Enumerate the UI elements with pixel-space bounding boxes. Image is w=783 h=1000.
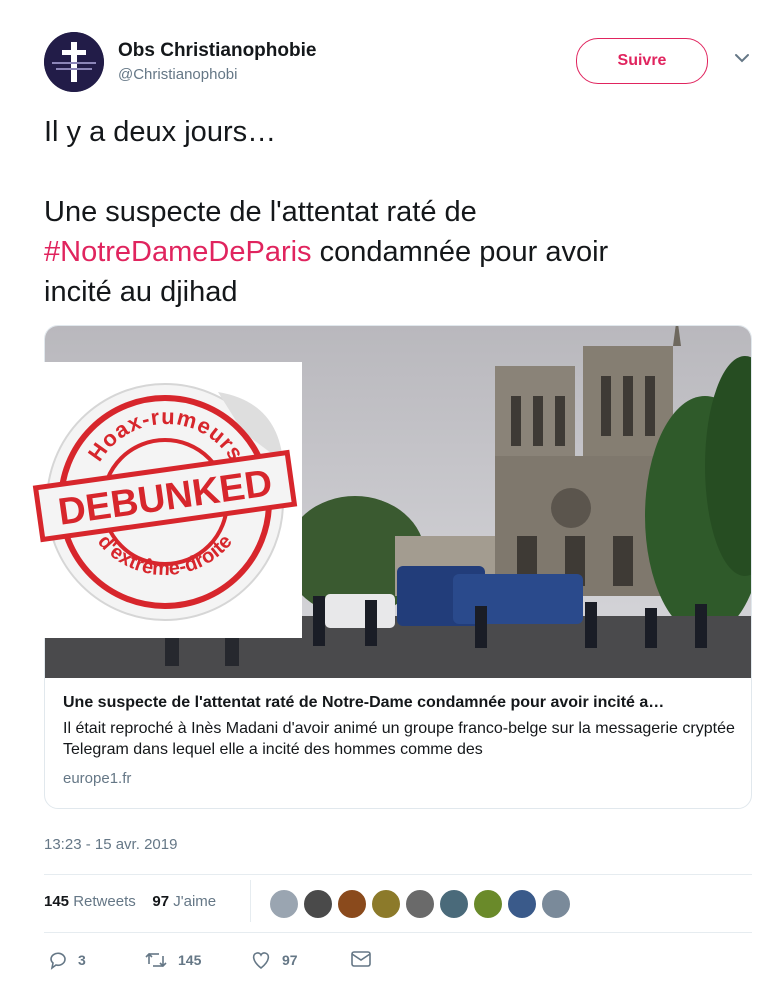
follow-button[interactable]: Suivre	[576, 38, 708, 84]
account-handle[interactable]: @Christianophobi	[118, 66, 237, 83]
avatar[interactable]	[404, 888, 436, 920]
retweet-button[interactable]: 145	[144, 950, 201, 970]
card-title: Une suspecte de l'attentat raté de Notre…	[63, 694, 665, 711]
tweet-line-4: incité au djihad	[44, 276, 238, 308]
likes-label[interactable]: J'aime	[173, 893, 216, 910]
avatar[interactable]	[44, 32, 104, 92]
avatar[interactable]	[540, 888, 572, 920]
card-description: Il était reproché à Inès Madani d'avoir …	[63, 720, 735, 758]
hashtag-link[interactable]: #NotreDameDeParis	[44, 236, 312, 268]
retweet-count: 145	[178, 952, 202, 968]
reply-button[interactable]: 3	[48, 950, 86, 970]
divider-bottom	[44, 932, 752, 933]
debunked-sticker: Hoax-rumeurs DEBUNKED d'extrême-droite	[28, 362, 302, 638]
reply-count: 3	[78, 952, 86, 968]
avatar[interactable]	[370, 888, 402, 920]
stats-separator	[250, 880, 251, 922]
tweet-line-1: Il y a deux jours…	[44, 116, 277, 148]
retweets-label[interactable]: Retweets	[73, 893, 136, 910]
likes-count[interactable]: 97	[152, 893, 169, 910]
avatar[interactable]	[302, 888, 334, 920]
reply-icon	[50, 952, 66, 970]
avatar[interactable]	[438, 888, 470, 920]
like-count: 97	[282, 952, 298, 968]
retweet-icon	[145, 952, 167, 968]
tweet-header: Obs Christianophobie @Christianophobi Su…	[44, 32, 754, 92]
account-name[interactable]: Obs Christianophobie	[118, 40, 316, 62]
avatar[interactable]	[268, 888, 300, 920]
heart-icon	[252, 952, 270, 970]
tweet-text: Il y a deux jours… Une suspecte de l'att…	[44, 112, 744, 312]
avatar[interactable]	[506, 888, 538, 920]
card-body: Une suspecte de l'attentat raté de Notre…	[63, 694, 739, 787]
tweet-line-2: Une suspecte de l'attentat raté de	[44, 196, 477, 228]
message-button[interactable]	[350, 950, 372, 968]
envelope-icon	[351, 951, 371, 967]
card-domain: europe1.fr	[63, 770, 132, 787]
like-button[interactable]: 97	[250, 950, 298, 970]
retweets-count[interactable]: 145	[44, 893, 69, 910]
tweet-timestamp[interactable]: 13:23 - 15 avr. 2019	[44, 836, 177, 853]
tweet-stats: 145 Retweets 97 J'aime	[44, 893, 216, 910]
avatar[interactable]	[336, 888, 368, 920]
avatar[interactable]	[472, 888, 504, 920]
divider-top	[44, 874, 752, 875]
action-bar: 3 145 97	[44, 950, 444, 980]
tweet-line-3: #NotreDameDeParis condamnée pour avoir	[44, 236, 609, 268]
chevron-down-icon[interactable]	[732, 48, 752, 68]
